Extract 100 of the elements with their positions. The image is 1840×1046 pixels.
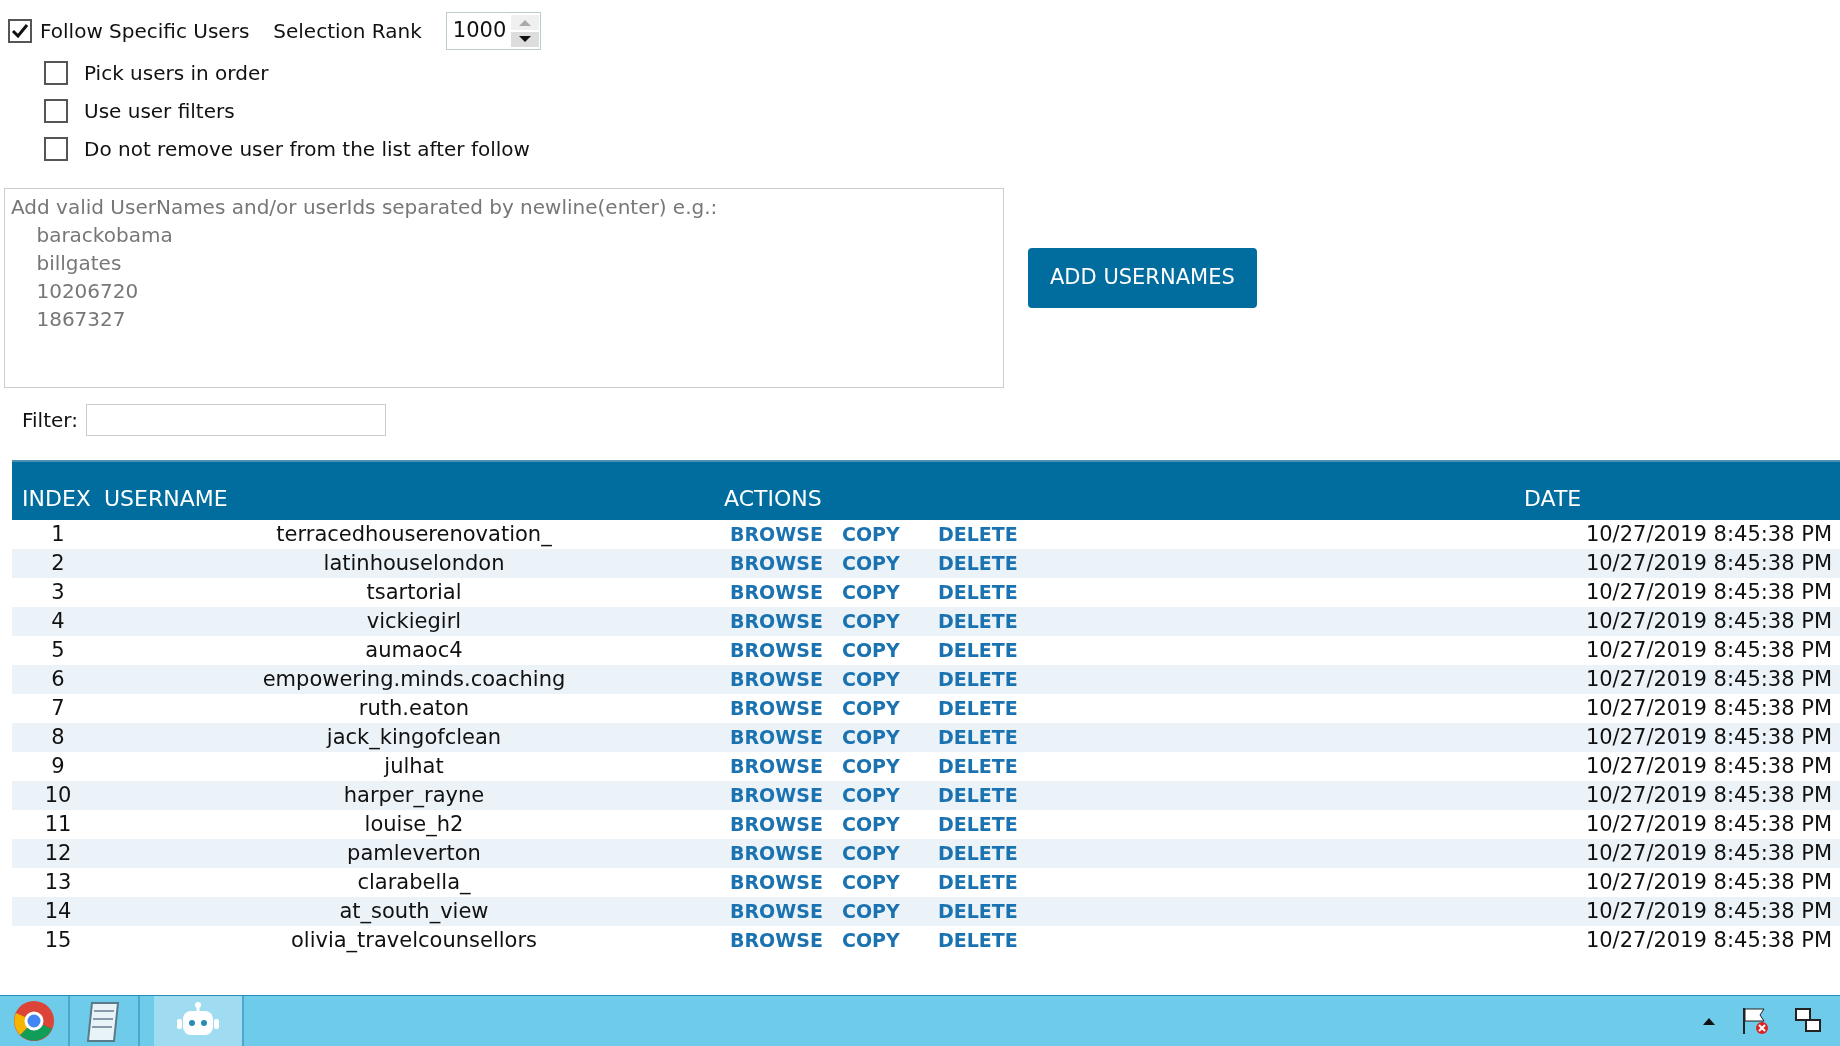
table-cell-text: 10/27/2019 8:45:38 PM [1584, 811, 1833, 838]
action-link[interactable]: BROWSE [730, 694, 842, 723]
table-cell-text: 10/27/2019 8:45:38 PM [1584, 608, 1833, 635]
action-link[interactable]: COPY [842, 636, 938, 665]
table-cell-text: 10/27/2019 8:45:38 PM [1584, 579, 1833, 606]
action-link[interactable]: BROWSE [730, 926, 842, 955]
action-link[interactable]: BROWSE [730, 636, 842, 665]
table-cell-text: 10/27/2019 8:45:38 PM [1584, 550, 1833, 577]
table-cell-text: harper_rayne [342, 782, 486, 810]
table-cell-text: 1 [50, 521, 66, 548]
table-cell-text: 10/27/2019 8:45:38 PM [1584, 927, 1833, 954]
action-link[interactable]: DELETE [938, 607, 1038, 636]
action-link[interactable]: COPY [842, 810, 938, 839]
table-cell-text: ruth.eaton [357, 695, 471, 722]
action-link[interactable]: BROWSE [730, 549, 842, 578]
table-cell-text: empowering.minds.coaching [261, 666, 567, 693]
table-cell-text: 2 [50, 550, 66, 577]
table-cell-text: 7 [50, 695, 66, 722]
column-header: ACTIONS [724, 484, 823, 513]
action-link[interactable]: BROWSE [730, 810, 842, 839]
action-link[interactable]: COPY [842, 694, 938, 723]
table-cell-text: 10/27/2019 8:45:38 PM [1584, 724, 1833, 751]
table-cell-text: 5 [50, 637, 66, 664]
action-link[interactable]: COPY [842, 868, 938, 897]
action-link[interactable]: COPY [842, 665, 938, 694]
table-cell-text: louise_h2 [363, 811, 465, 839]
action-link[interactable]: COPY [842, 520, 938, 549]
table-cell-text: 10 [43, 782, 73, 809]
action-link[interactable]: BROWSE [730, 665, 842, 694]
action-link[interactable]: DELETE [938, 520, 1038, 549]
table-cell-text: clarabella_ [356, 869, 472, 897]
add-usernames-button[interactable]: ADD USERNAMES [1028, 248, 1257, 308]
action-link[interactable]: DELETE [938, 578, 1038, 607]
action-link[interactable]: COPY [842, 578, 938, 607]
table-cell-text: tsartorial [365, 579, 463, 606]
action-link[interactable]: BROWSE [730, 839, 842, 868]
action-link[interactable]: BROWSE [730, 520, 842, 549]
table-cell-text: 4 [50, 608, 66, 635]
action-link[interactable]: BROWSE [730, 897, 842, 926]
action-link[interactable]: DELETE [938, 781, 1038, 810]
action-link[interactable]: BROWSE [730, 752, 842, 781]
checkbox[interactable] [44, 61, 68, 85]
action-link[interactable]: DELETE [938, 868, 1038, 897]
column-header: INDEX [21, 484, 92, 513]
table-cell-text: aumaoc4 [364, 637, 464, 664]
field-label: Filter: [22, 407, 78, 434]
table-cell-text: latinhouselondon [322, 550, 506, 577]
action-link[interactable]: COPY [842, 549, 938, 578]
browser-icon[interactable] [12, 999, 56, 1043]
filter-field[interactable] [85, 404, 386, 436]
field-label: Selection Rank [273, 18, 422, 45]
action-link[interactable]: DELETE [938, 665, 1038, 694]
checkbox[interactable] [44, 99, 68, 123]
table-cell-text: 10/27/2019 8:45:38 PM [1584, 898, 1833, 925]
action-link[interactable]: DELETE [938, 839, 1038, 868]
action-link[interactable]: BROWSE [730, 868, 842, 897]
action-link[interactable]: COPY [842, 607, 938, 636]
usernames-field[interactable]: Add valid UserNames and/or userIds separated by newline(enter) e.g.: barackobama billgates 10206720 1867327 [4, 188, 1004, 388]
action-link[interactable]: DELETE [938, 752, 1038, 781]
table-cell-text: jack_kingofclean [325, 724, 503, 752]
number-spinner[interactable]: 1000 [445, 12, 542, 50]
action-link[interactable]: COPY [842, 926, 938, 955]
action-link[interactable]: BROWSE [730, 578, 842, 607]
action-link[interactable]: DELETE [938, 897, 1038, 926]
action-link[interactable]: DELETE [938, 549, 1038, 578]
table-cell-text: 13 [43, 869, 73, 896]
table-cell-text: 8 [50, 724, 66, 751]
spin-down-icon[interactable] [510, 31, 541, 48]
action-link[interactable]: COPY [842, 781, 938, 810]
action-link[interactable]: DELETE [938, 636, 1038, 665]
table-cell-text: 14 [43, 898, 73, 925]
action-link[interactable]: DELETE [938, 926, 1038, 955]
table-cell-text: 10/27/2019 8:45:38 PM [1584, 840, 1833, 867]
table-cell-text: 12 [43, 840, 73, 867]
table-cell-text: terracedhouserenovation_ [275, 521, 553, 549]
table-cell-text: 15 [43, 927, 73, 954]
table-cell-text: 10/27/2019 8:45:38 PM [1584, 521, 1833, 548]
action-link[interactable]: COPY [842, 723, 938, 752]
table-cell-text: 9 [50, 753, 66, 780]
table-cell-text: at_south_view [338, 898, 490, 926]
table-cell-text: 10/27/2019 8:45:38 PM [1584, 782, 1833, 809]
action-link[interactable]: BROWSE [730, 607, 842, 636]
table-cell-text: 11 [43, 811, 73, 838]
flag-icon[interactable] [1740, 1006, 1770, 1036]
action-link[interactable]: BROWSE [730, 723, 842, 752]
checkbox-label: Pick users in order [84, 60, 269, 87]
action-link[interactable]: COPY [842, 897, 938, 926]
action-link[interactable]: BROWSE [730, 781, 842, 810]
show-hidden-icons-icon[interactable] [1702, 1016, 1716, 1026]
action-link[interactable]: DELETE [938, 723, 1038, 752]
table-cell-text: julhat [383, 753, 445, 780]
table-cell-text: olivia_travelcounsellors [289, 927, 538, 955]
checkbox[interactable] [44, 137, 68, 161]
table-cell-text: pamleverton [346, 840, 482, 867]
taskbar-app[interactable] [154, 996, 244, 1046]
checkbox[interactable] [8, 19, 32, 43]
action-link[interactable]: COPY [842, 839, 938, 868]
action-link[interactable]: DELETE [938, 810, 1038, 839]
action-link[interactable]: COPY [842, 752, 938, 781]
action-link[interactable]: DELETE [938, 694, 1038, 723]
